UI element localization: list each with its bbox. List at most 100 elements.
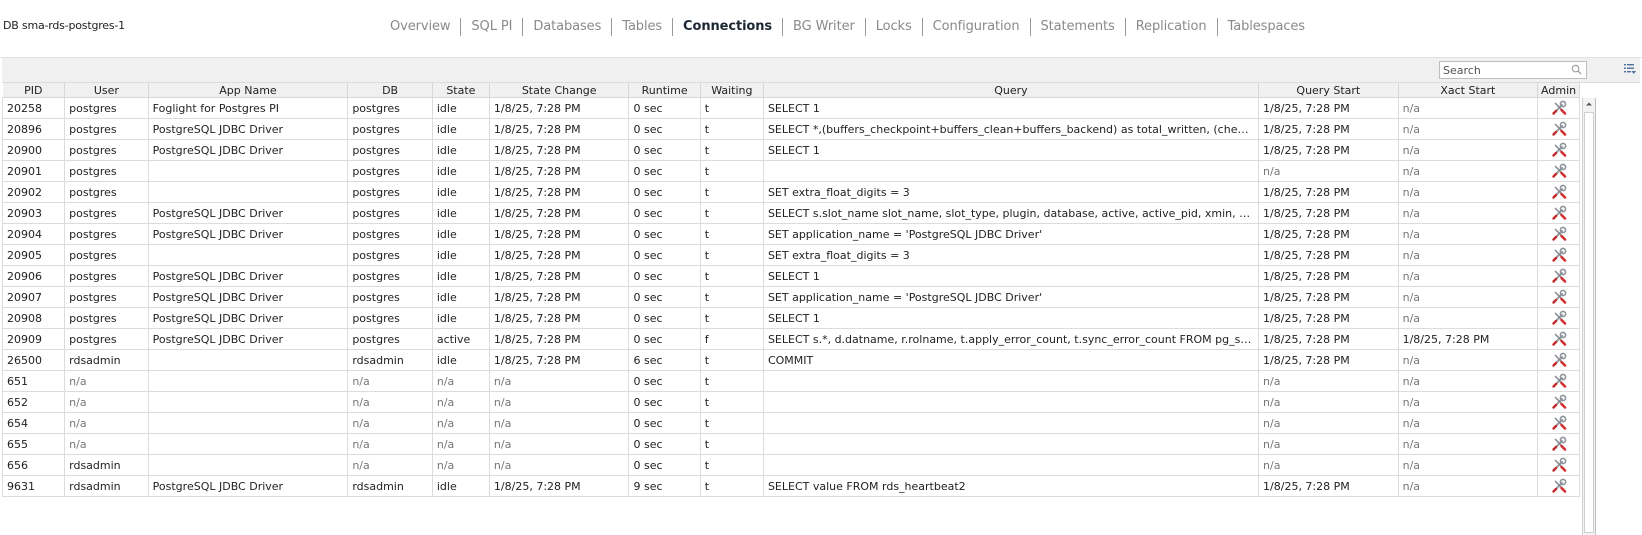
db-cell: n/a bbox=[347, 454, 433, 476]
query-cell bbox=[763, 160, 1260, 182]
table-row[interactable]: 20904 postgres PostgreSQL JDBC Driver postg… bbox=[1, 223, 1580, 245]
column-header-xact-start[interactable]: Xact Start bbox=[1398, 83, 1539, 98]
column-header-query[interactable]: Query bbox=[763, 83, 1260, 98]
waiting-cell: t bbox=[700, 307, 764, 329]
table-row[interactable]: 20908 postgres PostgreSQL JDBC Driver postg… bbox=[1, 307, 1580, 329]
search-box[interactable] bbox=[1439, 61, 1587, 79]
tab-statements[interactable]: Statements bbox=[1029, 18, 1125, 36]
admin-tools-icon[interactable] bbox=[1551, 310, 1567, 326]
query-start-cell: n/a bbox=[1258, 370, 1399, 392]
table-row[interactable]: 20909 postgres PostgreSQL JDBC Driver postg… bbox=[1, 328, 1580, 350]
query-start-cell: 1/8/25, 7:28 PM bbox=[1258, 223, 1399, 245]
tab-configuration[interactable]: Configuration bbox=[921, 18, 1030, 36]
table-row[interactable]: 20901 postgres postgres idle 1/8/25, 7:28 PM… bbox=[1, 160, 1580, 182]
scrollbar-thumb[interactable] bbox=[1584, 112, 1594, 533]
table-row[interactable]: 20900 postgres PostgreSQL JDBC Driver postg… bbox=[1, 139, 1580, 161]
search-input[interactable] bbox=[1440, 62, 1566, 78]
admin-tools-icon[interactable] bbox=[1551, 163, 1567, 179]
admin-tools-icon[interactable] bbox=[1551, 268, 1567, 284]
table-row[interactable]: 652 n/a n/a n/a n/a 0 sec t n/a n/a bbox=[1, 391, 1580, 413]
vertical-scrollbar[interactable] bbox=[1582, 98, 1596, 535]
column-header-runtime[interactable]: Runtime bbox=[628, 83, 701, 98]
table-row[interactable]: 20902 postgres postgres idle 1/8/25, 7:28 PM… bbox=[1, 181, 1580, 203]
query-cell: SELECT value FROM rds_heartbeat2 bbox=[763, 475, 1260, 497]
tab-locks[interactable]: Locks bbox=[864, 18, 922, 36]
admin-tools-icon[interactable] bbox=[1551, 205, 1567, 221]
table-row[interactable]: 20907 postgres PostgreSQL JDBC Driver postg… bbox=[1, 286, 1580, 308]
tab-tables[interactable]: Tables bbox=[611, 18, 672, 36]
waiting-cell: t bbox=[700, 391, 764, 413]
pid-cell: 20905 bbox=[1, 244, 66, 266]
state-change-cell: 1/8/25, 7:28 PM bbox=[489, 265, 630, 287]
admin-tools-icon[interactable] bbox=[1551, 415, 1567, 431]
scroll-up-arrow-icon[interactable] bbox=[1583, 98, 1595, 110]
pid-cell: 652 bbox=[1, 391, 66, 413]
state-change-cell: 1/8/25, 7:28 PM bbox=[489, 223, 630, 245]
table-row[interactable]: 656 rdsadmin n/a n/a n/a 0 sec t n/a n/a bbox=[1, 454, 1580, 476]
tab-tablespaces[interactable]: Tablespaces bbox=[1216, 18, 1315, 36]
column-header-waiting[interactable]: Waiting bbox=[700, 83, 764, 98]
app-name-cell bbox=[148, 370, 349, 392]
runtime-cell: 0 sec bbox=[628, 160, 701, 182]
tab-replication[interactable]: Replication bbox=[1124, 18, 1217, 36]
user-cell: postgres bbox=[64, 265, 149, 287]
column-header-pid[interactable]: PID bbox=[2, 83, 66, 98]
table-row[interactable]: 20258 postgres Foglight for Postgres PI pos… bbox=[1, 97, 1580, 119]
admin-tools-icon[interactable] bbox=[1551, 142, 1567, 158]
db-cell: rdsadmin bbox=[347, 475, 433, 497]
column-header-state-change[interactable]: State Change bbox=[489, 83, 630, 98]
tab-overview[interactable]: Overview bbox=[385, 18, 460, 36]
admin-tools-icon[interactable] bbox=[1551, 436, 1567, 452]
query-start-cell: n/a bbox=[1258, 454, 1399, 476]
state-change-cell: n/a bbox=[489, 433, 630, 455]
table-row[interactable]: 20896 postgres PostgreSQL JDBC Driver postg… bbox=[1, 118, 1580, 140]
admin-tools-icon[interactable] bbox=[1551, 226, 1567, 242]
table-row[interactable]: 655 n/a n/a n/a n/a 0 sec t n/a n/a bbox=[1, 433, 1580, 455]
state-cell: active bbox=[432, 328, 490, 350]
table-row[interactable]: 20905 postgres postgres idle 1/8/25, 7:28 PM… bbox=[1, 244, 1580, 266]
table-row[interactable]: 26500 rdsadmin rdsadmin idle 1/8/25, 7:28 PM… bbox=[1, 349, 1580, 371]
xact-start-cell: n/a bbox=[1398, 454, 1539, 476]
user-cell: rdsadmin bbox=[64, 475, 149, 497]
tab-sql-pi[interactable]: SQL PI bbox=[460, 18, 522, 36]
pid-cell: 20908 bbox=[1, 307, 66, 329]
table-row[interactable]: 20906 postgres PostgreSQL JDBC Driver postg… bbox=[1, 265, 1580, 287]
admin-tools-icon[interactable] bbox=[1551, 331, 1567, 347]
state-cell: idle bbox=[432, 349, 490, 371]
state-change-cell: 1/8/25, 7:28 PM bbox=[489, 307, 630, 329]
admin-tools-icon[interactable] bbox=[1551, 100, 1567, 116]
admin-tools-icon[interactable] bbox=[1551, 373, 1567, 389]
waiting-cell: t bbox=[700, 97, 764, 119]
table-row[interactable]: 651 n/a n/a n/a n/a 0 sec t n/a n/a bbox=[1, 370, 1580, 392]
state-cell: idle bbox=[432, 202, 490, 224]
admin-tools-icon[interactable] bbox=[1551, 478, 1567, 494]
tab-databases[interactable]: Databases bbox=[522, 18, 611, 36]
column-header-state[interactable]: State bbox=[432, 83, 490, 98]
xact-start-cell: n/a bbox=[1398, 433, 1539, 455]
admin-cell bbox=[1537, 202, 1580, 224]
tab-connections[interactable]: Connections bbox=[672, 18, 782, 36]
xact-start-cell: n/a bbox=[1398, 139, 1539, 161]
admin-tools-icon[interactable] bbox=[1551, 121, 1567, 137]
header: DB sma-rds-postgres-1 Overview SQL PI Data… bbox=[0, 0, 1642, 56]
column-header-db[interactable]: DB bbox=[347, 83, 433, 98]
admin-tools-icon[interactable] bbox=[1551, 457, 1567, 473]
search-icon[interactable] bbox=[1571, 64, 1582, 75]
column-header-admin[interactable]: Admin bbox=[1537, 83, 1580, 98]
table-row[interactable]: 654 n/a n/a n/a n/a 0 sec t n/a n/a bbox=[1, 412, 1580, 434]
state-cell: n/a bbox=[432, 454, 490, 476]
table-row[interactable]: 20903 postgres PostgreSQL JDBC Driver postg… bbox=[1, 202, 1580, 224]
admin-tools-icon[interactable] bbox=[1551, 184, 1567, 200]
admin-tools-icon[interactable] bbox=[1551, 394, 1567, 410]
column-header-user[interactable]: User bbox=[64, 83, 149, 98]
admin-tools-icon[interactable] bbox=[1551, 289, 1567, 305]
column-header-app-name[interactable]: App Name bbox=[148, 83, 349, 98]
admin-tools-icon[interactable] bbox=[1551, 352, 1567, 368]
query-cell: SET application_name = 'PostgreSQL JDBC … bbox=[763, 223, 1260, 245]
tab-bg-writer[interactable]: BG Writer bbox=[782, 18, 865, 36]
column-chooser-icon[interactable] bbox=[1624, 63, 1636, 75]
table-row[interactable]: 9631 rdsadmin PostgreSQL JDBC Driver rdsadm… bbox=[1, 475, 1580, 497]
admin-tools-icon[interactable] bbox=[1551, 247, 1567, 263]
column-header-query-start[interactable]: Query Start bbox=[1258, 83, 1399, 98]
runtime-cell: 0 sec bbox=[628, 307, 701, 329]
